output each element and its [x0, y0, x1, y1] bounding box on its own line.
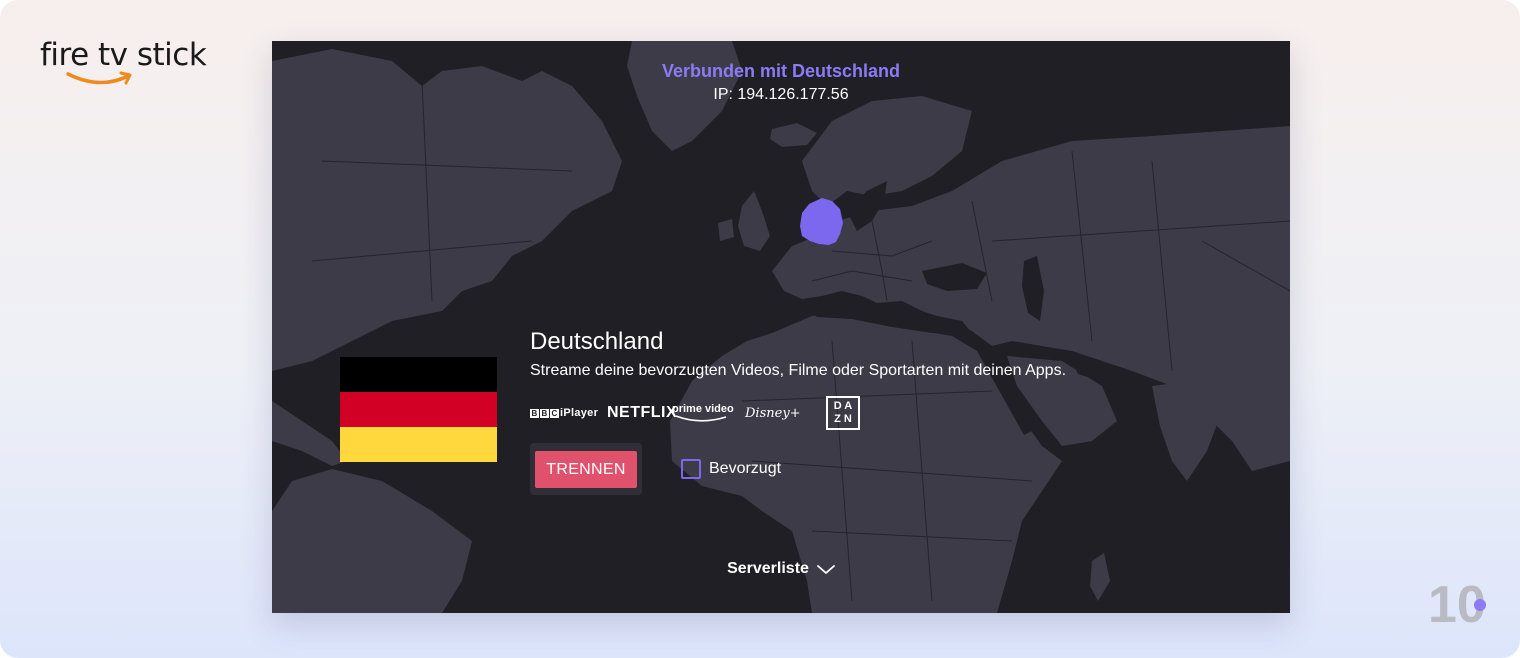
favorite-label: Bevorzugt: [709, 460, 782, 477]
bbc-letter: C: [550, 408, 559, 418]
server-list-label: Serverliste: [727, 560, 809, 577]
world-map: [272, 41, 1290, 613]
dazn-logo: D A Z N: [826, 396, 860, 430]
flag-stripe-gold: [340, 427, 497, 462]
bbc-letter: B: [540, 408, 549, 418]
streaming-apps: B B C iPlayer NETFLIX prime video Disney…: [530, 396, 870, 430]
flag-stripe-black: [340, 357, 497, 392]
bbc-letter: B: [530, 408, 539, 418]
brand-10-logo: 10: [1428, 578, 1486, 626]
firetv-stick-logo: fire tv stick: [40, 36, 210, 92]
chevron-down-icon: [817, 565, 835, 574]
bbc-iplayer-logo: B B C iPlayer: [530, 396, 598, 430]
connection-status: Verbunden mit Deutschland: [661, 61, 901, 81]
vpn-app-screen: Verbunden mit Deutschland IP: 194.126.17…: [272, 41, 1290, 613]
disconnect-button-focus: TRENNEN: [530, 443, 642, 495]
amazon-smile-icon: [66, 71, 132, 85]
netflix-logo: NETFLIX: [607, 404, 678, 421]
page-frame: fire tv stick Verbunden mit Deutschland …: [0, 0, 1520, 658]
prime-video-logo: prime video: [672, 396, 734, 430]
country-name: Deutschland: [530, 328, 664, 355]
country-description: Streame deine bevorzugten Videos, Filme …: [530, 362, 1067, 379]
prime-smile-icon: [675, 415, 727, 422]
germany-highlight: [800, 198, 843, 245]
dazn-top: D A: [833, 400, 853, 412]
prime-video-text: prime video: [672, 403, 734, 415]
favorite-toggle[interactable]: Bevorzugt: [681, 458, 781, 480]
server-list-toggle[interactable]: Serverliste: [272, 560, 1290, 578]
iplayer-text: iPlayer: [560, 407, 599, 419]
logo-text: fire tv stick: [40, 37, 207, 73]
flag-stripe-red: [340, 392, 497, 427]
favorite-checkbox[interactable]: [681, 459, 701, 479]
disney-plus-logo: Disney+: [745, 405, 801, 421]
ip-address: IP: 194.126.177.56: [713, 86, 849, 103]
dazn-bottom: Z N: [834, 413, 852, 425]
disconnect-button[interactable]: TRENNEN: [535, 451, 637, 488]
germany-flag: [340, 357, 497, 462]
